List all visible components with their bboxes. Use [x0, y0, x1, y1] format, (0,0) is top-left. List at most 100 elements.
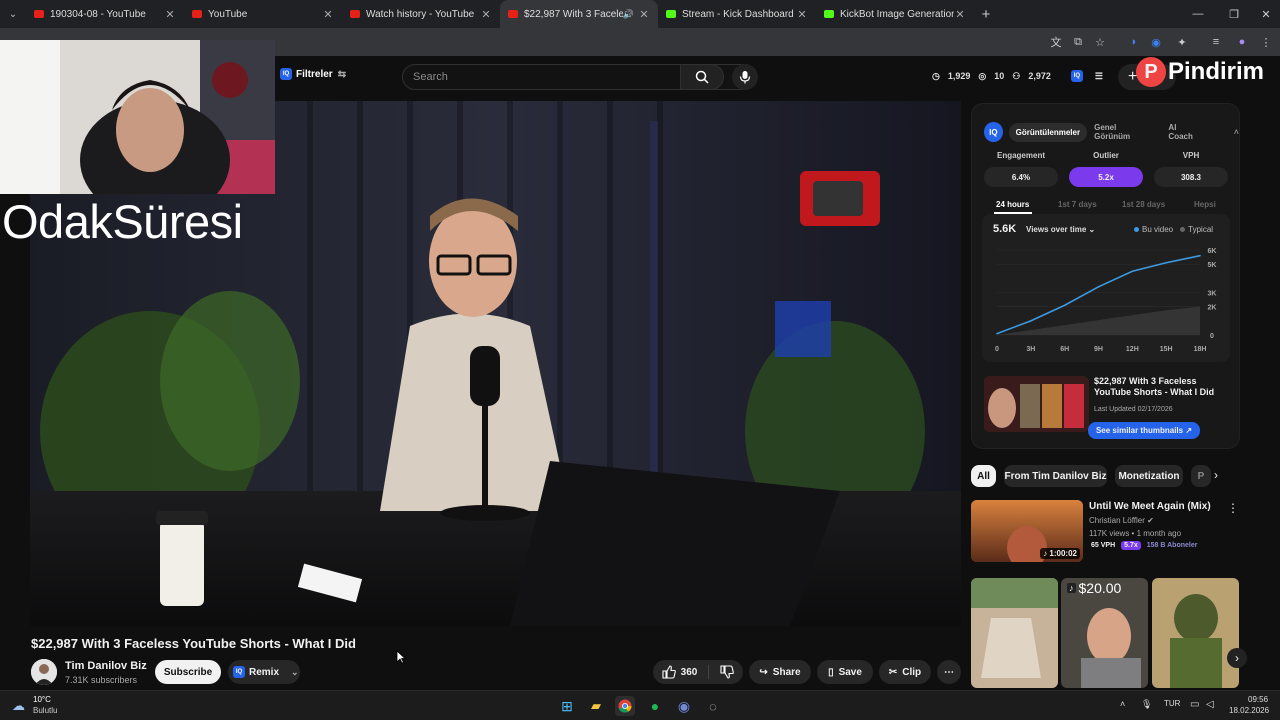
- chip-from-channel[interactable]: From Tim Danilov Biz: [1004, 465, 1107, 487]
- tab-4[interactable]: Stream - Kick Dashboard ✕: [658, 0, 816, 28]
- recommended-channel[interactable]: Christian Löffler: [1089, 516, 1145, 525]
- chip-monetization[interactable]: Monetization: [1115, 465, 1183, 487]
- app-circle-icon[interactable]: ◌: [703, 696, 723, 716]
- spotify-icon[interactable]: ●: [645, 696, 665, 716]
- see-similar-thumbnails-button[interactable]: See similar thumbnails ↗: [1088, 422, 1200, 439]
- recommended-title[interactable]: Until We Meet Again (Mix): [1089, 501, 1224, 512]
- chip-partial[interactable]: P: [1191, 465, 1211, 487]
- close-icon[interactable]: ✕: [164, 8, 176, 21]
- iq-logo-icon[interactable]: IQ: [1070, 70, 1083, 82]
- extensions-puzzle-icon[interactable]: ✦: [1174, 34, 1190, 50]
- x-tick-label: 9H: [1094, 346, 1103, 353]
- series-this-video-point: [1063, 304, 1066, 307]
- browser-tab-strip: ⌄ 190304-08 - YouTube ✕ YouTube ✕ Watch hi…: [0, 0, 1280, 28]
- kick-icon: [666, 10, 676, 18]
- clock-icon: ◷: [932, 70, 940, 81]
- close-icon[interactable]: ✕: [480, 8, 492, 21]
- language-indicator[interactable]: TUR: [1164, 699, 1180, 708]
- close-icon[interactable]: ✕: [796, 8, 808, 21]
- channel-name[interactable]: Tim Danilov Biz: [65, 660, 147, 672]
- filters-button[interactable]: IQ Filtreler ⇆: [280, 68, 346, 80]
- browser-menu-icon[interactable]: ⋮: [1258, 34, 1274, 50]
- profile-avatar-icon[interactable]: ●: [1234, 34, 1250, 50]
- period-7d[interactable]: 1st 7 days: [1058, 200, 1097, 209]
- close-icon[interactable]: ✕: [954, 8, 966, 21]
- share-button[interactable]: ↪ Share: [749, 660, 811, 684]
- tab-title: $22,987 With 3 Faceless Yo: [524, 8, 623, 20]
- window-close-icon[interactable]: ✕: [1248, 0, 1280, 28]
- weather-temp[interactable]: 10°C: [33, 695, 51, 704]
- shorts-next-button[interactable]: ›: [1227, 648, 1247, 668]
- tab-views[interactable]: Görüntülenmeler: [1008, 122, 1088, 142]
- voice-search-button[interactable]: [732, 64, 758, 90]
- minimize-icon[interactable]: —: [1180, 0, 1216, 28]
- period-all[interactable]: Hepsi: [1194, 200, 1216, 209]
- youtube-icon: [350, 10, 360, 18]
- chevron-right-icon[interactable]: ›: [1214, 468, 1218, 482]
- eye-icon: ◎: [978, 70, 987, 81]
- more-vertical-icon[interactable]: ⋮: [1227, 501, 1239, 515]
- translate-icon[interactable]: 文: [1048, 34, 1064, 50]
- chevron-up-icon[interactable]: ˄: [1234, 127, 1239, 137]
- period-24h[interactable]: 24 hours: [996, 200, 1029, 209]
- media-queue-icon[interactable]: ≡: [1208, 34, 1224, 50]
- remix-button[interactable]: IQ Remix ⌄: [228, 660, 300, 684]
- sliders-icon: ⇆: [337, 68, 347, 80]
- bookmark-star-icon[interactable]: ☆: [1092, 34, 1108, 50]
- install-icon[interactable]: ⧉: [1070, 34, 1086, 50]
- file-explorer-icon[interactable]: ▰: [586, 696, 606, 716]
- tab-overview[interactable]: Genel Görünüm: [1087, 118, 1157, 146]
- extension-iq-icon[interactable]: ◉: [1148, 34, 1164, 50]
- new-tab-icon[interactable]: +: [974, 0, 998, 28]
- tab-3-active[interactable]: $22,987 With 3 Faceless Yo🔊 ✕: [500, 0, 658, 28]
- youtube-icon: [192, 10, 202, 18]
- y-tick-label: 0: [1210, 333, 1214, 340]
- close-icon[interactable]: ✕: [322, 8, 334, 21]
- search-button[interactable]: [680, 64, 724, 90]
- more-actions-button[interactable]: ⋯: [937, 660, 961, 684]
- tab-1[interactable]: YouTube ✕: [184, 0, 342, 28]
- short-thumb-2[interactable]: ♪ $20.00: [1061, 578, 1148, 688]
- tab-ai-coach[interactable]: AI Coach: [1161, 118, 1207, 146]
- chrome-icon[interactable]: [615, 696, 635, 716]
- tab-5[interactable]: KickBot Image Generation ✕: [816, 0, 974, 28]
- mouse-cursor-icon: [396, 650, 406, 664]
- period-28d[interactable]: 1st 28 days: [1122, 200, 1165, 209]
- windows-start-icon[interactable]: ⊞: [557, 696, 577, 716]
- speaker-icon[interactable]: 🔊: [623, 9, 634, 20]
- tray-overflow-icon[interactable]: ˄: [1120, 699, 1125, 709]
- thumbnail-preview[interactable]: [984, 376, 1089, 432]
- streamer-webcam-image: [0, 40, 275, 194]
- recommended-thumbnail[interactable]: ♪ 1:00:02: [971, 500, 1083, 562]
- microphone-tray-icon[interactable]: 🎙: [1141, 699, 1152, 710]
- weather-desc: Bulutlu: [33, 706, 58, 715]
- thumbs-up-icon: [662, 665, 676, 679]
- clip-button[interactable]: ✂ Clip: [879, 660, 931, 684]
- tab-search-icon[interactable]: ⌄: [0, 0, 26, 28]
- webcam-overlay: [0, 40, 275, 194]
- subscribe-button[interactable]: Subscribe: [155, 660, 221, 684]
- x-tick-label: 6H: [1060, 346, 1069, 353]
- like-count: 360: [680, 666, 698, 678]
- network-icon[interactable]: ▭: [1190, 699, 1199, 710]
- verified-icon: ✔: [1147, 516, 1154, 525]
- tab-title: Watch history - YouTube: [366, 8, 475, 20]
- like-button[interactable]: 360: [662, 665, 698, 679]
- volume-icon[interactable]: ◁: [1206, 699, 1214, 710]
- short-thumb-3[interactable]: [1152, 578, 1239, 688]
- restore-icon[interactable]: ❐: [1216, 0, 1252, 28]
- clock-time[interactable]: 09:56: [1248, 695, 1268, 704]
- channel-avatar[interactable]: [31, 659, 57, 685]
- close-icon[interactable]: ✕: [638, 8, 650, 21]
- list-icon[interactable]: ☰: [1095, 71, 1103, 82]
- short-thumb-1[interactable]: [971, 578, 1058, 688]
- price-overlay: ♪ $20.00: [1067, 580, 1121, 596]
- thumbs-down-icon[interactable]: [720, 665, 735, 679]
- save-button[interactable]: ▯ Save: [817, 660, 873, 684]
- tab-0[interactable]: 190304-08 - YouTube ✕: [26, 0, 184, 28]
- extension-wave-icon[interactable]: ◗: [1126, 34, 1142, 50]
- chip-all[interactable]: All: [971, 465, 996, 487]
- discord-icon[interactable]: ◉: [674, 696, 694, 716]
- tab-2[interactable]: Watch history - YouTube ✕: [342, 0, 500, 28]
- chrome-logo: [618, 699, 632, 713]
